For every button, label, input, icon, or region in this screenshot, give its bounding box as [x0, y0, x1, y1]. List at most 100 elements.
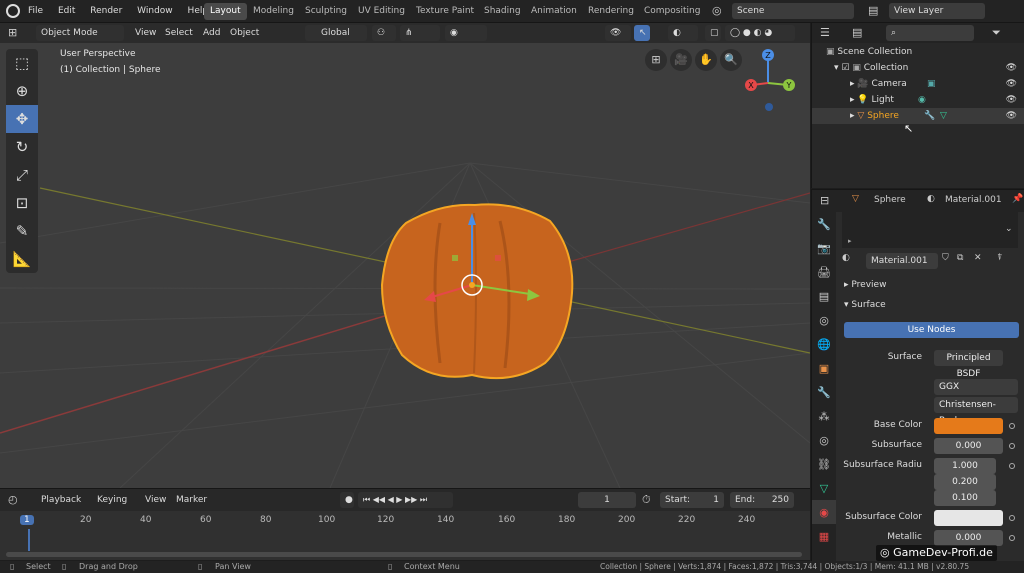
- outliner-item-light[interactable]: ▸ 💡 Light ◉ 👁: [812, 92, 1024, 108]
- particles-tab-icon[interactable]: ⁂: [812, 404, 836, 428]
- modifier-tab-icon[interactable]: 🔧: [812, 380, 836, 404]
- view-layer-field[interactable]: View Layer: [889, 3, 985, 19]
- rotate-icon[interactable]: ↻: [6, 133, 38, 161]
- orientation-dropdown[interactable]: Global: [305, 25, 367, 41]
- snap-icon[interactable]: ⋔: [400, 25, 440, 41]
- filter-icon[interactable]: ⏷: [992, 26, 1001, 40]
- subsurface-color-swatch[interactable]: [934, 510, 1003, 526]
- menu-keying[interactable]: Keying: [92, 492, 132, 508]
- modifier-icon[interactable]: 🔧: [924, 108, 935, 124]
- menu-file[interactable]: File: [22, 0, 49, 23]
- 3d-viewport[interactable]: ⊞ Object Mode View Select Add Object Glo…: [0, 23, 810, 488]
- scene-field[interactable]: Scene: [732, 3, 854, 19]
- menu-view[interactable]: View: [130, 25, 161, 41]
- editor-type-icon[interactable]: ⊞: [8, 26, 17, 39]
- socket-icon[interactable]: [1009, 515, 1015, 521]
- socket-icon[interactable]: [1009, 463, 1015, 469]
- mode-dropdown[interactable]: Object Mode: [36, 25, 124, 41]
- annotate-icon[interactable]: ✎: [6, 217, 38, 245]
- eye-icon[interactable]: 👁: [1006, 60, 1017, 76]
- material-tab-icon[interactable]: ◉: [812, 500, 836, 524]
- outliner-item-camera[interactable]: ▸ 🎥 Camera ▣ 👁: [812, 76, 1024, 92]
- outliner-scene-collection[interactable]: ▣ Scene Collection: [812, 44, 1024, 60]
- menu-render[interactable]: Render: [84, 0, 128, 23]
- expand-icon[interactable]: ▸: [850, 79, 855, 89]
- measure-icon[interactable]: 📐: [6, 245, 38, 273]
- surface-shader-field[interactable]: Principled BSDF: [934, 350, 1003, 379]
- light-data-icon[interactable]: ◉: [918, 92, 926, 108]
- eye-icon[interactable]: 👁: [1006, 108, 1017, 124]
- physics-tab-icon[interactable]: ◎: [812, 428, 836, 452]
- grid-view-icon[interactable]: ⊞: [645, 49, 667, 71]
- output-tab-icon[interactable]: 🖨: [812, 260, 836, 284]
- radius-z-field[interactable]: 0.100: [934, 490, 996, 506]
- frame-ruler[interactable]: 1 20 40 60 80 100 120 140 160 180 200 22…: [0, 513, 810, 529]
- start-frame-field[interactable]: Start: 1: [660, 492, 724, 508]
- xray-icon[interactable]: ▢: [705, 25, 721, 41]
- base-color-swatch[interactable]: [934, 418, 1003, 434]
- end-frame-field[interactable]: End: 250: [730, 492, 794, 508]
- distribution-dropdown[interactable]: GGX: [934, 379, 1018, 395]
- visibility-icon[interactable]: 👁: [605, 25, 631, 41]
- eye-icon[interactable]: 👁: [1006, 76, 1017, 92]
- use-nodes-button[interactable]: Use Nodes: [844, 322, 1019, 338]
- material-name-field[interactable]: Material.001: [866, 253, 938, 269]
- menu-marker[interactable]: Marker: [171, 492, 212, 508]
- menu-playback[interactable]: Playback: [36, 492, 86, 508]
- move-icon[interactable]: ✥: [6, 105, 38, 133]
- tab-modeling[interactable]: Modeling: [247, 3, 300, 20]
- render-tab-icon[interactable]: 📷: [812, 236, 836, 260]
- navigation-gizmo[interactable]: Z X Y: [740, 45, 800, 115]
- preview-panel-header[interactable]: ▸ Preview: [844, 280, 886, 290]
- world-tab-icon[interactable]: 🌐: [812, 332, 836, 356]
- expand-icon[interactable]: ▾: [834, 63, 839, 73]
- pin-icon[interactable]: 📌: [1012, 194, 1023, 204]
- outliner-editor-icon[interactable]: ☰: [820, 26, 830, 39]
- radius-y-field[interactable]: 0.200: [934, 474, 996, 490]
- tab-rendering[interactable]: Rendering: [582, 3, 640, 20]
- tab-layout[interactable]: Layout: [204, 3, 247, 20]
- playhead-line[interactable]: [28, 529, 30, 551]
- material-slot-list[interactable]: [842, 212, 1018, 248]
- gizmo-toggle-icon[interactable]: ↖: [634, 25, 650, 41]
- playhead-frame[interactable]: 1: [20, 515, 34, 525]
- scale-icon[interactable]: ⤢: [6, 161, 38, 189]
- unlink-icon[interactable]: ✕: [974, 253, 982, 263]
- transform-icon[interactable]: ⊡: [6, 189, 38, 217]
- subsurface-field[interactable]: 0.000: [934, 438, 1003, 454]
- record-icon[interactable]: ●: [340, 492, 354, 508]
- texture-tab-icon[interactable]: ▦: [812, 524, 836, 548]
- select-box-icon[interactable]: ⬚: [6, 49, 38, 77]
- stopwatch-icon[interactable]: ⏱: [642, 493, 651, 507]
- node-tree-icon[interactable]: ⍒: [997, 253, 1002, 263]
- expand-icon[interactable]: ▸: [850, 111, 855, 121]
- tab-uv-editing[interactable]: UV Editing: [352, 3, 411, 20]
- slot-menu-icon[interactable]: ⌄: [1005, 224, 1013, 234]
- tab-shading[interactable]: Shading: [478, 3, 527, 20]
- checkbox-icon[interactable]: ☑: [841, 63, 849, 73]
- fake-user-icon[interactable]: ⛉: [942, 253, 949, 263]
- tab-animation[interactable]: Animation: [525, 3, 583, 20]
- overlay-icon[interactable]: ◐: [668, 25, 698, 41]
- eye-icon[interactable]: 👁: [1006, 92, 1017, 108]
- radius-x-field[interactable]: 1.000: [934, 458, 996, 474]
- shading-mode-icons[interactable]: ◯ ● ◐ ◕: [725, 25, 795, 41]
- outliner-collection[interactable]: ▾ ☑ ▣ Collection 👁: [812, 60, 1024, 76]
- pan-icon[interactable]: ✋: [695, 49, 717, 71]
- surface-panel-header[interactable]: ▾ Surface: [844, 300, 886, 310]
- expand-icon[interactable]: ▸: [848, 237, 852, 245]
- metallic-field[interactable]: 0.000: [934, 530, 1003, 546]
- cursor-icon[interactable]: ⊕: [6, 77, 38, 105]
- camera-view-icon[interactable]: 🎥: [670, 49, 692, 71]
- menu-object[interactable]: Object: [225, 25, 264, 41]
- constraints-tab-icon[interactable]: ⛓: [812, 452, 836, 476]
- menu-window[interactable]: Window: [131, 0, 179, 23]
- tab-texture-paint[interactable]: Texture Paint: [410, 3, 480, 20]
- subsurface-method-dropdown[interactable]: Christensen-Burl...: [934, 397, 1018, 426]
- outliner-item-sphere[interactable]: ▸ ▽ Sphere 🔧 ▽ 👁: [812, 108, 1024, 124]
- tool-tab-icon[interactable]: 🔧: [812, 212, 836, 236]
- playback-controls[interactable]: ⏮ ◀◀ ◀ ▶ ▶▶ ⏭: [358, 492, 453, 508]
- view-layer-tab-icon[interactable]: ▤: [812, 284, 836, 308]
- display-mode-icon[interactable]: ▤: [852, 26, 862, 39]
- duplicate-icon[interactable]: ⧉: [957, 253, 963, 263]
